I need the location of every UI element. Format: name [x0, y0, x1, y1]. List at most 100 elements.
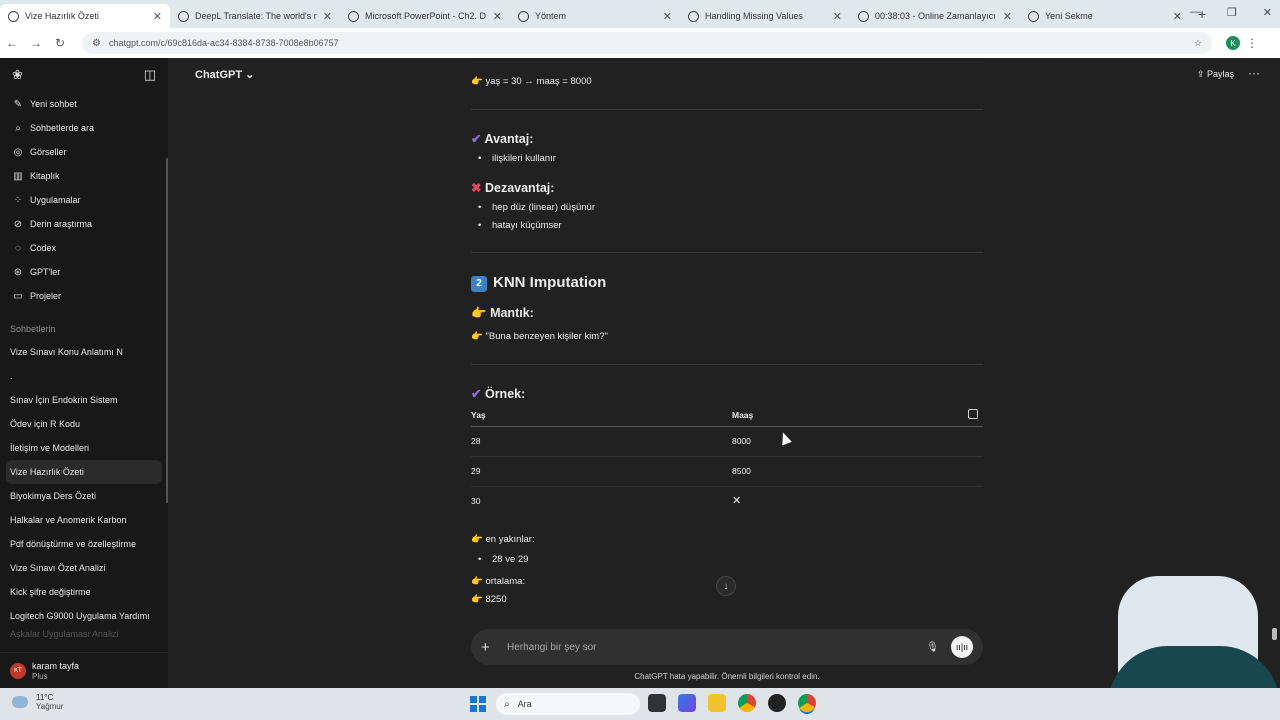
bookmark-star-icon[interactable]: ☆ [1194, 38, 1202, 49]
profile-avatar[interactable]: K [1226, 36, 1240, 50]
chat-list-item[interactable]: Vize Sınavı Konu Anlatımı N [0, 340, 168, 364]
scroll-to-bottom-button[interactable]: ↓ [716, 576, 736, 596]
gpts-icon: ⊛ [13, 266, 23, 278]
tab-title: Yeni Sekme [1045, 11, 1093, 21]
nearest-line: 👉 en yakınlar: [471, 534, 535, 545]
sidebar-item-label: Codex [30, 243, 57, 253]
sidebar-item-gpts[interactable]: ⊛ GPT'ler [0, 260, 168, 284]
sidebar-item-label: Derin araştırma [30, 219, 93, 229]
pointing-hand-icon: 👉 [471, 331, 483, 342]
tab-3[interactable]: Yöntem ✕ [510, 4, 680, 28]
minimize-icon[interactable]: — [1190, 6, 1201, 19]
rain-cloud-icon [12, 696, 28, 708]
chat-list-item[interactable]: Aşkalar Uygulaması Analizi [0, 628, 168, 640]
close-icon[interactable]: ✕ [833, 10, 842, 23]
sidebar-item-projects[interactable]: ▭ Projeler [0, 284, 168, 308]
disadvantage-heading: ✖ Dezavantaj: [471, 180, 554, 195]
checkmark-icon: ✔ [471, 132, 482, 146]
nearest-item: 28 ve 29 [478, 554, 529, 565]
microphone-icon[interactable]: 🎙 [926, 642, 939, 653]
tab-0[interactable]: Vize Hazırlık Özeti ✕ [0, 4, 170, 28]
model-selector[interactable]: ChatGPT ⌄ [195, 68, 254, 81]
chat-list-item[interactable]: Sınav İçin Endokrin Sistem [0, 388, 168, 412]
browser-menu-icon[interactable]: ⋮ [1240, 36, 1264, 50]
sidebar-item-new-chat[interactable]: ✎ Yeni sohbet [0, 92, 168, 116]
pointing-hand-icon: 👉 [471, 306, 487, 320]
copy-table-icon[interactable] [968, 409, 978, 419]
example-heading: ✔ Örnek: [471, 386, 525, 401]
table-cell: 8500 [732, 466, 751, 476]
search-icon: ⌕ [15, 122, 21, 134]
tab-6[interactable]: Yeni Sekme ✕ [1020, 4, 1190, 28]
chat-list-item[interactable]: Biyokimya Ders Özeti [0, 484, 168, 508]
divider [471, 364, 983, 365]
copilot-icon[interactable] [678, 694, 696, 712]
sidebar-item-label: Sohbetlerde ara [30, 123, 95, 133]
chat-list-item-selected[interactable]: Vize Hazırlık Özeti [6, 460, 162, 484]
chat-list-item[interactable]: . [0, 364, 168, 388]
share-button[interactable]: ⇪ Paylaş [1197, 69, 1234, 80]
windows-start-icon[interactable] [470, 696, 486, 712]
tab-title: Handling Missing Values [705, 11, 803, 21]
tab-2[interactable]: Microsoft PowerPoint - Ch2. D ✕ [340, 4, 510, 28]
sidebar-item-search[interactable]: ⌕ Sohbetlerde ara [0, 116, 168, 140]
tab-title: 00:38:03 - Online Zamanlayıcı - [875, 11, 997, 21]
sidebar-item-apps[interactable]: ⁘ Uygulamalar [0, 188, 168, 212]
close-icon[interactable]: ✕ [153, 10, 162, 23]
table-row-divider [471, 456, 983, 457]
chat-list-item[interactable]: Vize Sınavı Özet Analizi [0, 556, 168, 580]
chatgpt-favicon-icon [518, 10, 529, 22]
user-plan: Plus [32, 671, 48, 681]
sidebar-item-codex[interactable]: ◌ Codex [0, 236, 168, 260]
message-composer[interactable]: + Herhangi bir şey sor 🎙 ıı|ıı [471, 629, 983, 665]
sidebar-item-deep-research[interactable]: ⊘ Derin araştırma [0, 212, 168, 236]
tab-title: Yöntem [535, 11, 567, 21]
chat-list-item[interactable]: İletişim ve Modelleri [0, 436, 168, 460]
restore-icon[interactable]: ❐ [1227, 6, 1237, 19]
back-icon[interactable]: ← [0, 36, 24, 50]
close-icon[interactable]: ✕ [323, 10, 332, 23]
sidebar-item-images[interactable]: ◎ Görseller [0, 140, 168, 164]
composer-input[interactable]: Herhangi bir şey sor [507, 642, 926, 653]
chat-list-item[interactable]: Pdf dönüştürme ve özelleştirme [0, 532, 168, 556]
close-icon[interactable]: ✕ [1003, 10, 1012, 23]
chat-list-item[interactable]: Kick şifre değiştirme [0, 580, 168, 604]
chat-list-item[interactable]: Logitech G9000 Uygulama Yardımı [0, 604, 168, 628]
close-icon[interactable]: ✕ [1173, 10, 1182, 23]
user-profile[interactable]: KT karam tayfa Plus [0, 652, 168, 688]
task-view-icon[interactable] [648, 694, 666, 712]
chatgpt-app-icon[interactable] [768, 694, 786, 712]
chrome-icon[interactable] [738, 694, 756, 712]
forward-icon[interactable]: → [24, 36, 48, 50]
chatgpt-favicon-icon [688, 10, 699, 22]
close-icon[interactable]: ✕ [663, 10, 672, 23]
sidebar-item-library[interactable]: ▥ Kitaplık [0, 164, 168, 188]
advantage-heading: ✔ Avantaj: [471, 131, 533, 146]
weather-temp: 11°C [36, 693, 54, 702]
site-info-icon[interactable]: ⚙ [92, 38, 101, 49]
weather-widget[interactable]: 11°C Yağmur [12, 693, 63, 711]
sidebar-item-label: Projeler [30, 291, 62, 301]
tab-5[interactable]: 00:38:03 - Online Zamanlayıcı - ✕ [850, 4, 1020, 28]
chat-list-item[interactable]: Halkalar ve Anomerik Karbon [0, 508, 168, 532]
url-field[interactable]: ⚙ chatgpt.com/c/69c816da-ac34-8384-8738-… [82, 32, 1212, 54]
tab-4[interactable]: Handling Missing Values ✕ [680, 4, 850, 28]
logic-heading: 👉 Mantık: [471, 306, 534, 321]
pointing-hand-icon: 👉 [471, 76, 483, 87]
share-icon: ⇪ [1196, 69, 1205, 79]
sidebar-toggle-icon[interactable]: ◫ [144, 67, 156, 83]
taskbar-search[interactable]: ⌕ Ara [496, 693, 640, 715]
chat-list-item[interactable]: Ödev için R Kodu [0, 412, 168, 436]
close-icon[interactable]: ✕ [493, 10, 502, 23]
openai-logo-icon[interactable]: ❀ [12, 67, 23, 83]
more-options-icon[interactable]: ··· [1248, 66, 1260, 80]
chrome-active-icon[interactable] [798, 694, 816, 712]
file-explorer-icon[interactable] [708, 694, 726, 712]
tab-1[interactable]: DeepL Translate: The world's m ✕ [170, 4, 340, 28]
close-window-icon[interactable]: ✕ [1263, 6, 1272, 19]
voice-mode-button[interactable]: ıı|ıı [951, 636, 973, 658]
plus-icon[interactable]: + [481, 639, 497, 656]
arrow-down-icon: ↓ [723, 580, 729, 592]
table-cell: 8000 [732, 436, 751, 446]
reload-icon[interactable]: ↻ [48, 36, 72, 50]
